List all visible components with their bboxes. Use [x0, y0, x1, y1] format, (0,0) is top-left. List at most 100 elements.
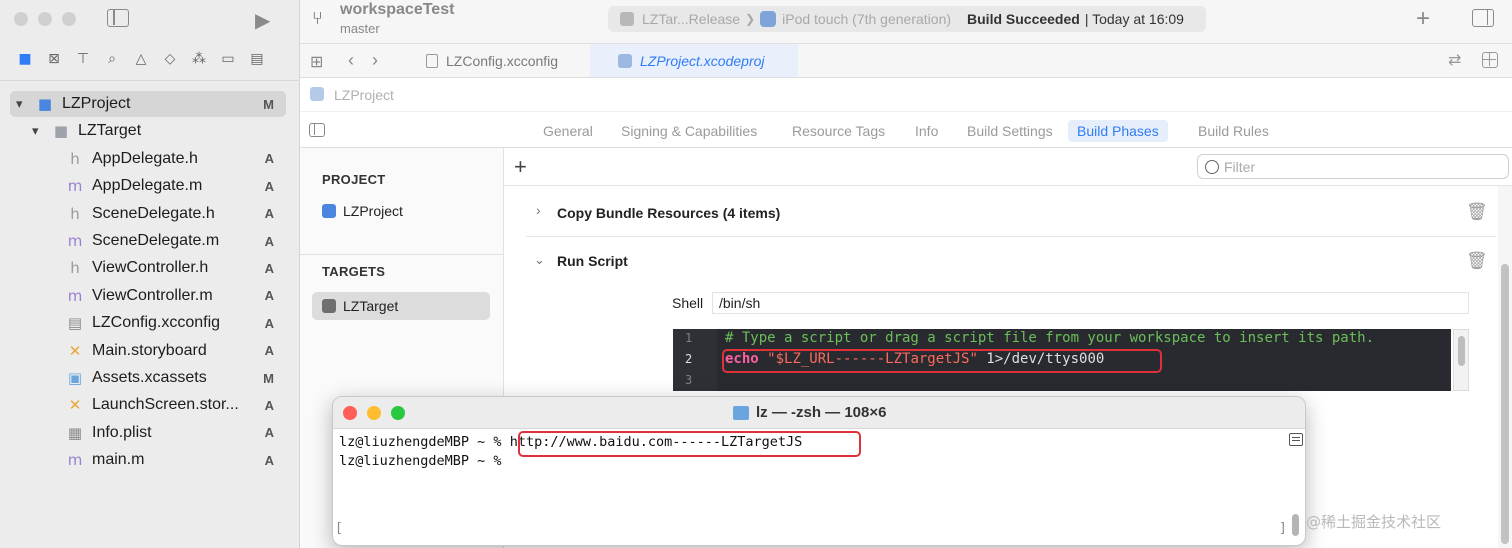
file-row[interactable]: m ViewController.m A: [10, 283, 286, 309]
file-row[interactable]: ▤ LZConfig.xcconfig A: [10, 310, 286, 336]
objc-file-icon: m: [67, 232, 83, 250]
trash-icon[interactable]: 🗑: [1466, 251, 1488, 271]
file-row[interactable]: h ViewController.h A: [10, 255, 286, 281]
file-row[interactable]: m SceneDelegate.m A: [10, 228, 286, 254]
header-file-icon: h: [70, 204, 80, 223]
terminal-title-text: lz — -zsh — 108×6: [756, 404, 887, 421]
terminal-bracket-right: ]: [1279, 521, 1287, 536]
scm-status-badge: M: [263, 96, 274, 112]
swap-arrows-icon[interactable]: ⇄: [1448, 50, 1461, 69]
file-name: Info.plist: [92, 423, 152, 441]
scm-status-badge: A: [264, 425, 274, 441]
objc-file-icon: m: [67, 451, 83, 470]
tab-lzconfig[interactable]: LZConfig.xcconfig: [408, 44, 590, 77]
chevron-down-icon[interactable]: ⌄: [534, 252, 545, 268]
file-row[interactable]: ✕ LaunchScreen.stor... A: [10, 392, 286, 418]
file-row[interactable]: ▣ Assets.xcassets M: [10, 365, 286, 391]
highlight-box: [722, 349, 1162, 373]
file-row[interactable]: m main.m A: [10, 447, 286, 473]
split-editor-icon[interactable]: [1482, 52, 1498, 68]
shell-field[interactable]: /bin/sh: [712, 292, 1469, 314]
file-name: LZProject: [62, 95, 131, 112]
close-window-button[interactable]: [343, 406, 357, 420]
scm-status-badge: A: [264, 288, 274, 304]
source-control-icon[interactable]: ⊠: [45, 50, 63, 68]
file-row[interactable]: ▾ ■ LZTarget: [10, 118, 286, 144]
target-item-label: LZTarget: [343, 298, 399, 314]
show-hide-outline-icon[interactable]: [309, 123, 325, 137]
inspector-toggle-icon[interactable]: [1472, 9, 1494, 27]
run-play-icon[interactable]: ▶: [255, 8, 270, 32]
add-build-phase-button[interactable]: +: [514, 154, 527, 180]
target-item-lztarget[interactable]: LZTarget: [312, 292, 490, 320]
scheme-selector[interactable]: LZTar...Release: [642, 11, 740, 27]
tab-label: LZProject.xcodeproj: [640, 52, 765, 69]
symbol-navigator-icon[interactable]: ⊤: [74, 50, 92, 68]
tab-build-settings[interactable]: Build Settings: [958, 120, 1062, 142]
file-name: Assets.xcassets: [92, 369, 207, 386]
file-row[interactable]: ▾ ■ LZProject M: [10, 91, 286, 117]
folder-icon[interactable]: ■: [16, 50, 34, 68]
warning-icon[interactable]: △: [132, 50, 150, 68]
file-row[interactable]: m AppDelegate.m A: [10, 173, 286, 199]
breadcrumb-item[interactable]: LZProject: [334, 87, 394, 103]
scm-status-badge: A: [264, 151, 274, 167]
search-icon[interactable]: ⌕: [103, 50, 121, 68]
app-target-icon: [322, 299, 336, 313]
chevron-right-icon[interactable]: ›: [536, 202, 541, 218]
tab-build-phases[interactable]: Build Phases: [1068, 120, 1168, 142]
file-row[interactable]: ▦ Info.plist A: [10, 420, 286, 446]
file-row[interactable]: h AppDelegate.h A: [10, 146, 286, 172]
file-name: LZConfig.xcconfig: [92, 314, 221, 332]
config-file-icon: ▤: [67, 314, 83, 333]
shell-label: Shell: [672, 295, 704, 311]
grid-icon[interactable]: ⊞: [310, 52, 323, 71]
back-chevron-icon[interactable]: ‹: [348, 50, 354, 71]
filter-field[interactable]: Filter: [1197, 154, 1509, 179]
tab-lzproject[interactable]: LZProject.xcodeproj: [590, 44, 798, 77]
phases-scrollbar[interactable]: [1498, 186, 1512, 548]
tab-info[interactable]: Info: [906, 120, 947, 142]
copy-bundle-resources-phase[interactable]: Copy Bundle Resources (4 items): [557, 205, 780, 221]
activity-bar[interactable]: LZTar...Release ❯ iPod touch (7th genera…: [608, 6, 1206, 32]
run-script-phase[interactable]: Run Script: [557, 253, 628, 269]
breakpoint-icon[interactable]: ▭: [219, 50, 237, 68]
sidebar-toggle-icon[interactable]: [107, 9, 129, 27]
xcode-project-icon: [322, 204, 336, 218]
trash-icon[interactable]: 🗑: [1466, 202, 1488, 222]
file-name: LaunchScreen.stor...: [92, 396, 239, 414]
file-row[interactable]: h SceneDelegate.h A: [10, 201, 286, 227]
terminal-scrollbar[interactable]: [1292, 514, 1299, 536]
tab-signing-capabilities[interactable]: Signing & Capabilities: [612, 120, 766, 142]
navigator-selector-bar: ■ ⊠ ⊤ ⌕ △ ◇ ⁂ ▭ ▤: [16, 50, 266, 70]
tab-resource-tags[interactable]: Resource Tags: [783, 120, 894, 142]
app-target-icon: [620, 12, 634, 26]
watermark: @稀土掘金技术社区: [1306, 513, 1442, 531]
minimize-window-button[interactable]: [367, 406, 381, 420]
file-name: ViewController.h: [92, 259, 209, 277]
xcode-project-icon: [310, 87, 324, 101]
file-row[interactable]: ✕ Main.storyboard A: [10, 338, 286, 364]
header-file-icon: h: [70, 259, 80, 278]
targets-header: TARGETS: [322, 264, 386, 279]
objc-file-icon: m: [67, 286, 83, 305]
test-diamond-icon[interactable]: ◇: [161, 50, 179, 68]
zoom-window-button[interactable]: [391, 406, 405, 420]
tab-build-rules[interactable]: Build Rules: [1189, 120, 1278, 142]
project-item[interactable]: LZProject: [322, 203, 403, 219]
add-library-button[interactable]: +: [1416, 5, 1430, 33]
tab-general[interactable]: General: [534, 120, 602, 142]
terminal-marks-icon[interactable]: [1289, 433, 1303, 446]
xcode-project-icon: ■: [37, 95, 53, 113]
chevron-down-icon[interactable]: ▾: [16, 96, 30, 112]
forward-chevron-icon[interactable]: ›: [372, 50, 378, 71]
chevron-down-icon[interactable]: ▾: [32, 123, 46, 139]
report-icon[interactable]: ▤: [248, 50, 266, 68]
script-scrollbar[interactable]: [1453, 329, 1469, 391]
zoom-window-button[interactable]: [62, 12, 76, 26]
build-status: Build Succeeded: [967, 11, 1080, 27]
destination-selector[interactable]: iPod touch (7th generation): [782, 11, 951, 27]
minimize-window-button[interactable]: [38, 12, 52, 26]
debug-spray-icon[interactable]: ⁂: [190, 50, 208, 68]
close-window-button[interactable]: [14, 12, 28, 26]
